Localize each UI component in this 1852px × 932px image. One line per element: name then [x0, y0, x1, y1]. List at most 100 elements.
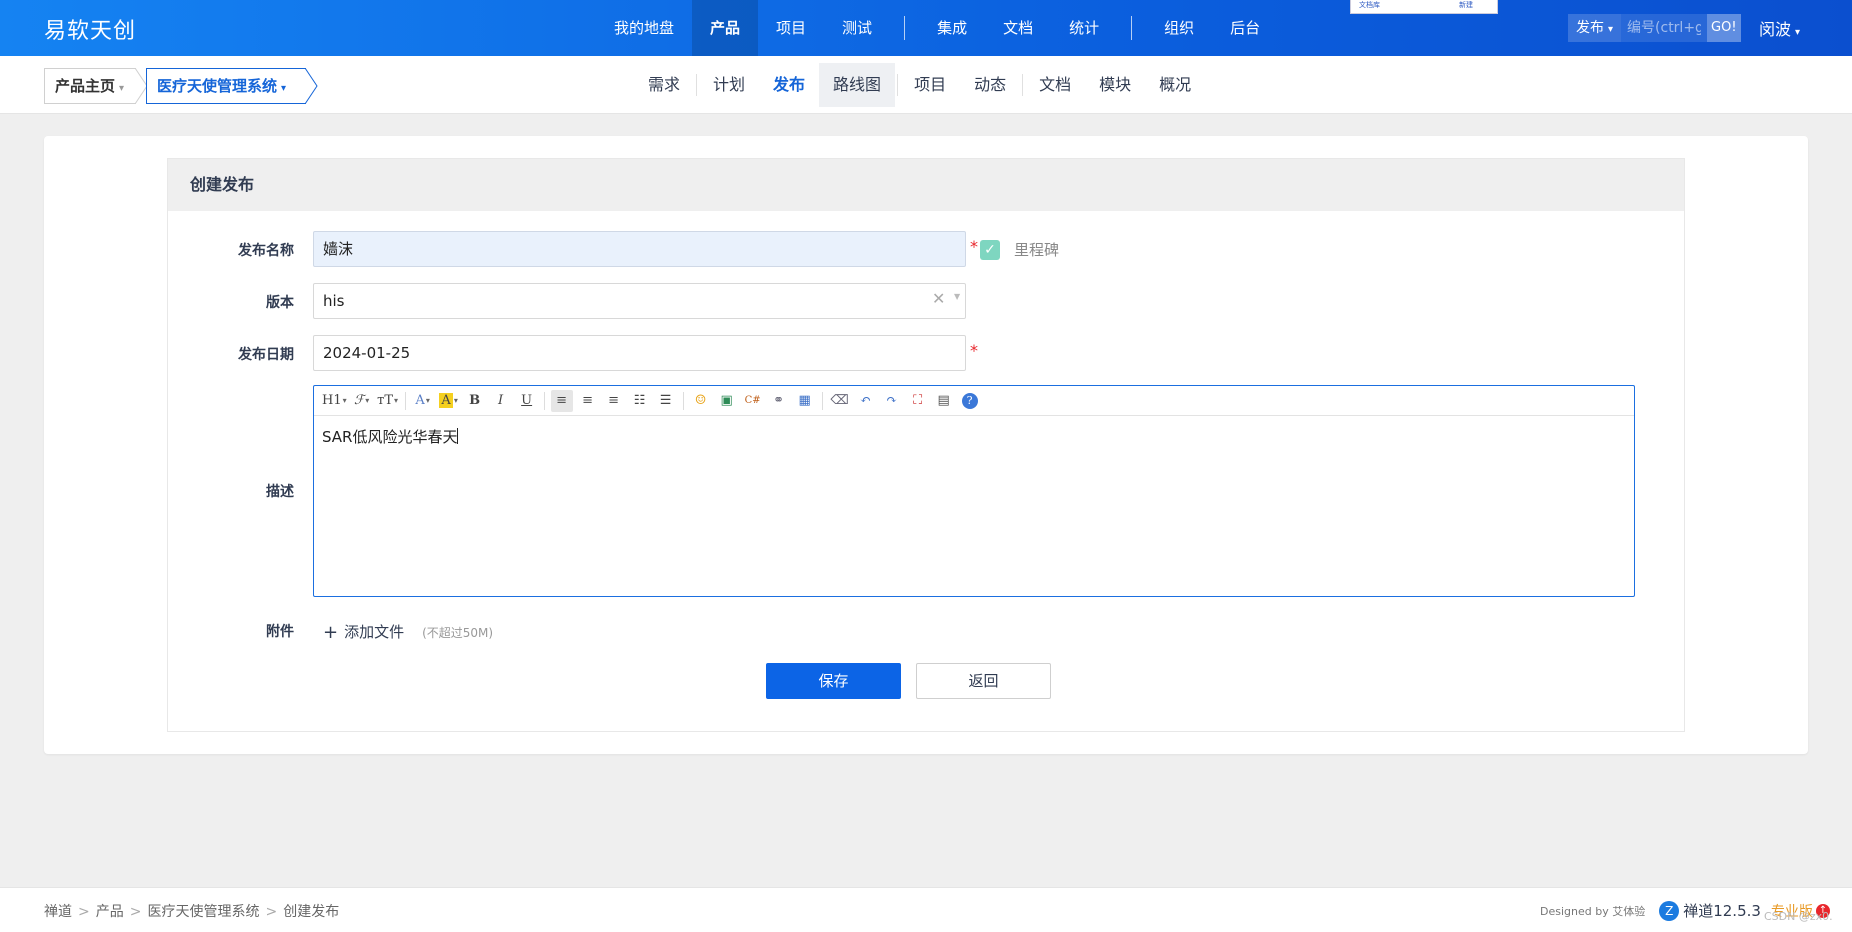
checkbox-checked-icon[interactable]: ✓: [980, 239, 1000, 260]
release-name-label: 发布名称: [238, 243, 294, 259]
zentao-logo-icon: Z: [1659, 900, 1680, 921]
toolbar-divider: [821, 391, 823, 410]
ordered-list-icon[interactable]: ☷: [629, 390, 651, 412]
required-mark: *: [970, 237, 978, 256]
code-icon[interactable]: C#: [742, 390, 764, 412]
nav-stats[interactable]: 统计: [1051, 0, 1117, 56]
search-go-button[interactable]: GO!: [1707, 14, 1741, 42]
description-editor[interactable]: H1 ▾ ℱ ▾ тT ▾ A ▾ A ▾ B I U ≡ ≡ ≡ ☷ ☰ ☺ ▣ C# …: [313, 385, 1635, 597]
link-icon[interactable]: ⚭: [768, 390, 790, 412]
tab-roadmap[interactable]: 路线图: [819, 63, 896, 107]
attachment-label: 附件: [266, 624, 294, 640]
product-home-button[interactable]: 产品主页 ▾: [44, 68, 136, 104]
font-family-icon[interactable]: ℱ ▾: [351, 390, 373, 412]
table-icon[interactable]: ▦: [794, 390, 816, 412]
milestone-toggle[interactable]: ✓ 里程碑: [980, 239, 1059, 260]
version-select[interactable]: his: [313, 283, 966, 319]
tab-overview[interactable]: 概况: [1145, 63, 1205, 107]
popup-preview-item[interactable]: 文档库: [1359, 0, 1380, 10]
global-search: 发布 ▾ GO!: [1568, 14, 1741, 42]
editor-toolbar: H1 ▾ ℱ ▾ тT ▾ A ▾ A ▾ B I U ≡ ≡ ≡ ☷ ☰ ☺ ▣ C# …: [314, 386, 1634, 416]
main-card: 创建发布 发布名称 嫱沫 * ✓ 里程碑 版本 his ✕ ▼ 发布日期 202…: [44, 136, 1808, 754]
tab-release[interactable]: 发布: [759, 63, 819, 107]
add-file-button[interactable]: + 添加文件: [323, 621, 404, 643]
toolbar-divider: [682, 391, 684, 410]
source-icon[interactable]: ▤: [933, 390, 955, 412]
redo-icon[interactable]: ↷: [881, 390, 903, 412]
nav-integration[interactable]: 集成: [919, 0, 985, 56]
unordered-list-icon[interactable]: ☰: [655, 390, 677, 412]
tab-module[interactable]: 模块: [1085, 63, 1145, 107]
nav-product[interactable]: 产品: [692, 0, 759, 56]
help-icon[interactable]: ?: [959, 390, 981, 412]
main-nav: 我的地盘 产品 项目 测试 集成 文档 统计 组织 后台: [596, 0, 1278, 56]
chevron-down-icon: ▾: [281, 83, 287, 94]
italic-icon[interactable]: I: [490, 390, 512, 412]
editor-text: SAR低风险光华春天: [322, 428, 458, 446]
search-type-select[interactable]: 发布 ▾: [1568, 14, 1622, 42]
popup-preview-item[interactable]: 新建: [1459, 0, 1473, 10]
align-left-icon[interactable]: ≡: [550, 389, 573, 412]
undo-icon[interactable]: ↶: [855, 390, 877, 412]
clear-icon[interactable]: ✕: [932, 289, 945, 308]
save-button[interactable]: 保存: [766, 663, 901, 699]
footer-breadcrumb: 禅道 > 产品 > 医疗天使管理系统 > 创建发布: [44, 901, 339, 921]
plus-icon: +: [323, 622, 339, 643]
breadcrumb-separator: >: [78, 904, 90, 920]
nav-test[interactable]: 测试: [824, 0, 890, 56]
align-center-icon[interactable]: ≡: [577, 390, 599, 412]
user-name: 闵波: [1759, 20, 1792, 39]
search-input[interactable]: [1621, 14, 1708, 42]
background-color-icon[interactable]: A ▾: [438, 390, 460, 412]
fullscreen-icon[interactable]: ⛶: [907, 390, 929, 412]
watermark: CSDN @zx0.: [1764, 910, 1833, 923]
toolbar-divider: [543, 391, 545, 410]
nav-divider: [1131, 16, 1133, 40]
heading-icon[interactable]: H1 ▾: [322, 390, 347, 412]
nav-admin[interactable]: 后台: [1212, 0, 1278, 56]
breadcrumb-arrow-icon: [305, 68, 318, 104]
tab-divider: [897, 74, 899, 96]
clear-format-icon[interactable]: ⌫: [829, 390, 851, 412]
breadcrumb-link[interactable]: 禅道: [44, 904, 72, 920]
nav-project[interactable]: 项目: [758, 0, 824, 56]
release-date-input[interactable]: 2024-01-25: [313, 335, 966, 371]
release-name-input[interactable]: 嫱沫: [313, 231, 966, 267]
breadcrumb-link[interactable]: 产品: [96, 904, 124, 920]
image-icon[interactable]: ▣: [716, 390, 738, 412]
emoji-icon[interactable]: ☺: [690, 390, 712, 412]
breadcrumb-link[interactable]: 医疗天使管理系统: [147, 904, 259, 920]
tab-dynamic[interactable]: 动态: [960, 63, 1020, 107]
tab-doc[interactable]: 文档: [1025, 63, 1085, 107]
tab-project[interactable]: 项目: [900, 63, 960, 107]
product-switcher-label: 医疗天使管理系统: [157, 77, 278, 95]
font-color-icon[interactable]: A ▾: [412, 390, 434, 412]
panel-title: 创建发布: [168, 159, 1684, 211]
back-button[interactable]: 返回: [916, 663, 1051, 699]
editor-content[interactable]: SAR低风险光华春天: [314, 416, 1634, 457]
user-menu[interactable]: 闵波 ▾: [1759, 16, 1800, 40]
release-date-label: 发布日期: [238, 347, 294, 363]
nav-my[interactable]: 我的地盘: [596, 0, 692, 56]
tab-story[interactable]: 需求: [634, 63, 694, 107]
font-size-icon[interactable]: тT ▾: [377, 390, 399, 412]
chevron-down-icon: ▾: [1795, 27, 1801, 38]
product-switcher[interactable]: 医疗天使管理系统 ▾: [146, 68, 306, 104]
tab-divider: [696, 74, 698, 96]
underline-icon[interactable]: U: [516, 390, 538, 412]
product-home-label: 产品主页: [55, 77, 116, 95]
align-right-icon[interactable]: ≡: [603, 390, 625, 412]
tab-divider: [1022, 74, 1024, 96]
zentao-version[interactable]: 禅道12.5.3: [1683, 900, 1761, 921]
bold-icon[interactable]: B: [464, 390, 486, 412]
attachment-size-hint: (不超过50M): [422, 625, 494, 640]
nav-org[interactable]: 组织: [1146, 0, 1212, 56]
chevron-down-icon[interactable]: ▼: [954, 292, 960, 301]
version-label: 版本: [266, 295, 294, 311]
brand-logo[interactable]: 易软天创: [44, 13, 136, 45]
top-header: 易软天创 我的地盘 产品 项目 测试 集成 文档 统计 组织 后台 文档库 新建…: [0, 0, 1852, 56]
footer: 禅道 > 产品 > 医疗天使管理系统 > 创建发布 Designed by 艾体验 Z 禅道…: [0, 887, 1852, 932]
add-file-label: 添加文件: [344, 623, 405, 641]
tab-plan[interactable]: 计划: [699, 63, 759, 107]
nav-doc[interactable]: 文档: [985, 0, 1051, 56]
